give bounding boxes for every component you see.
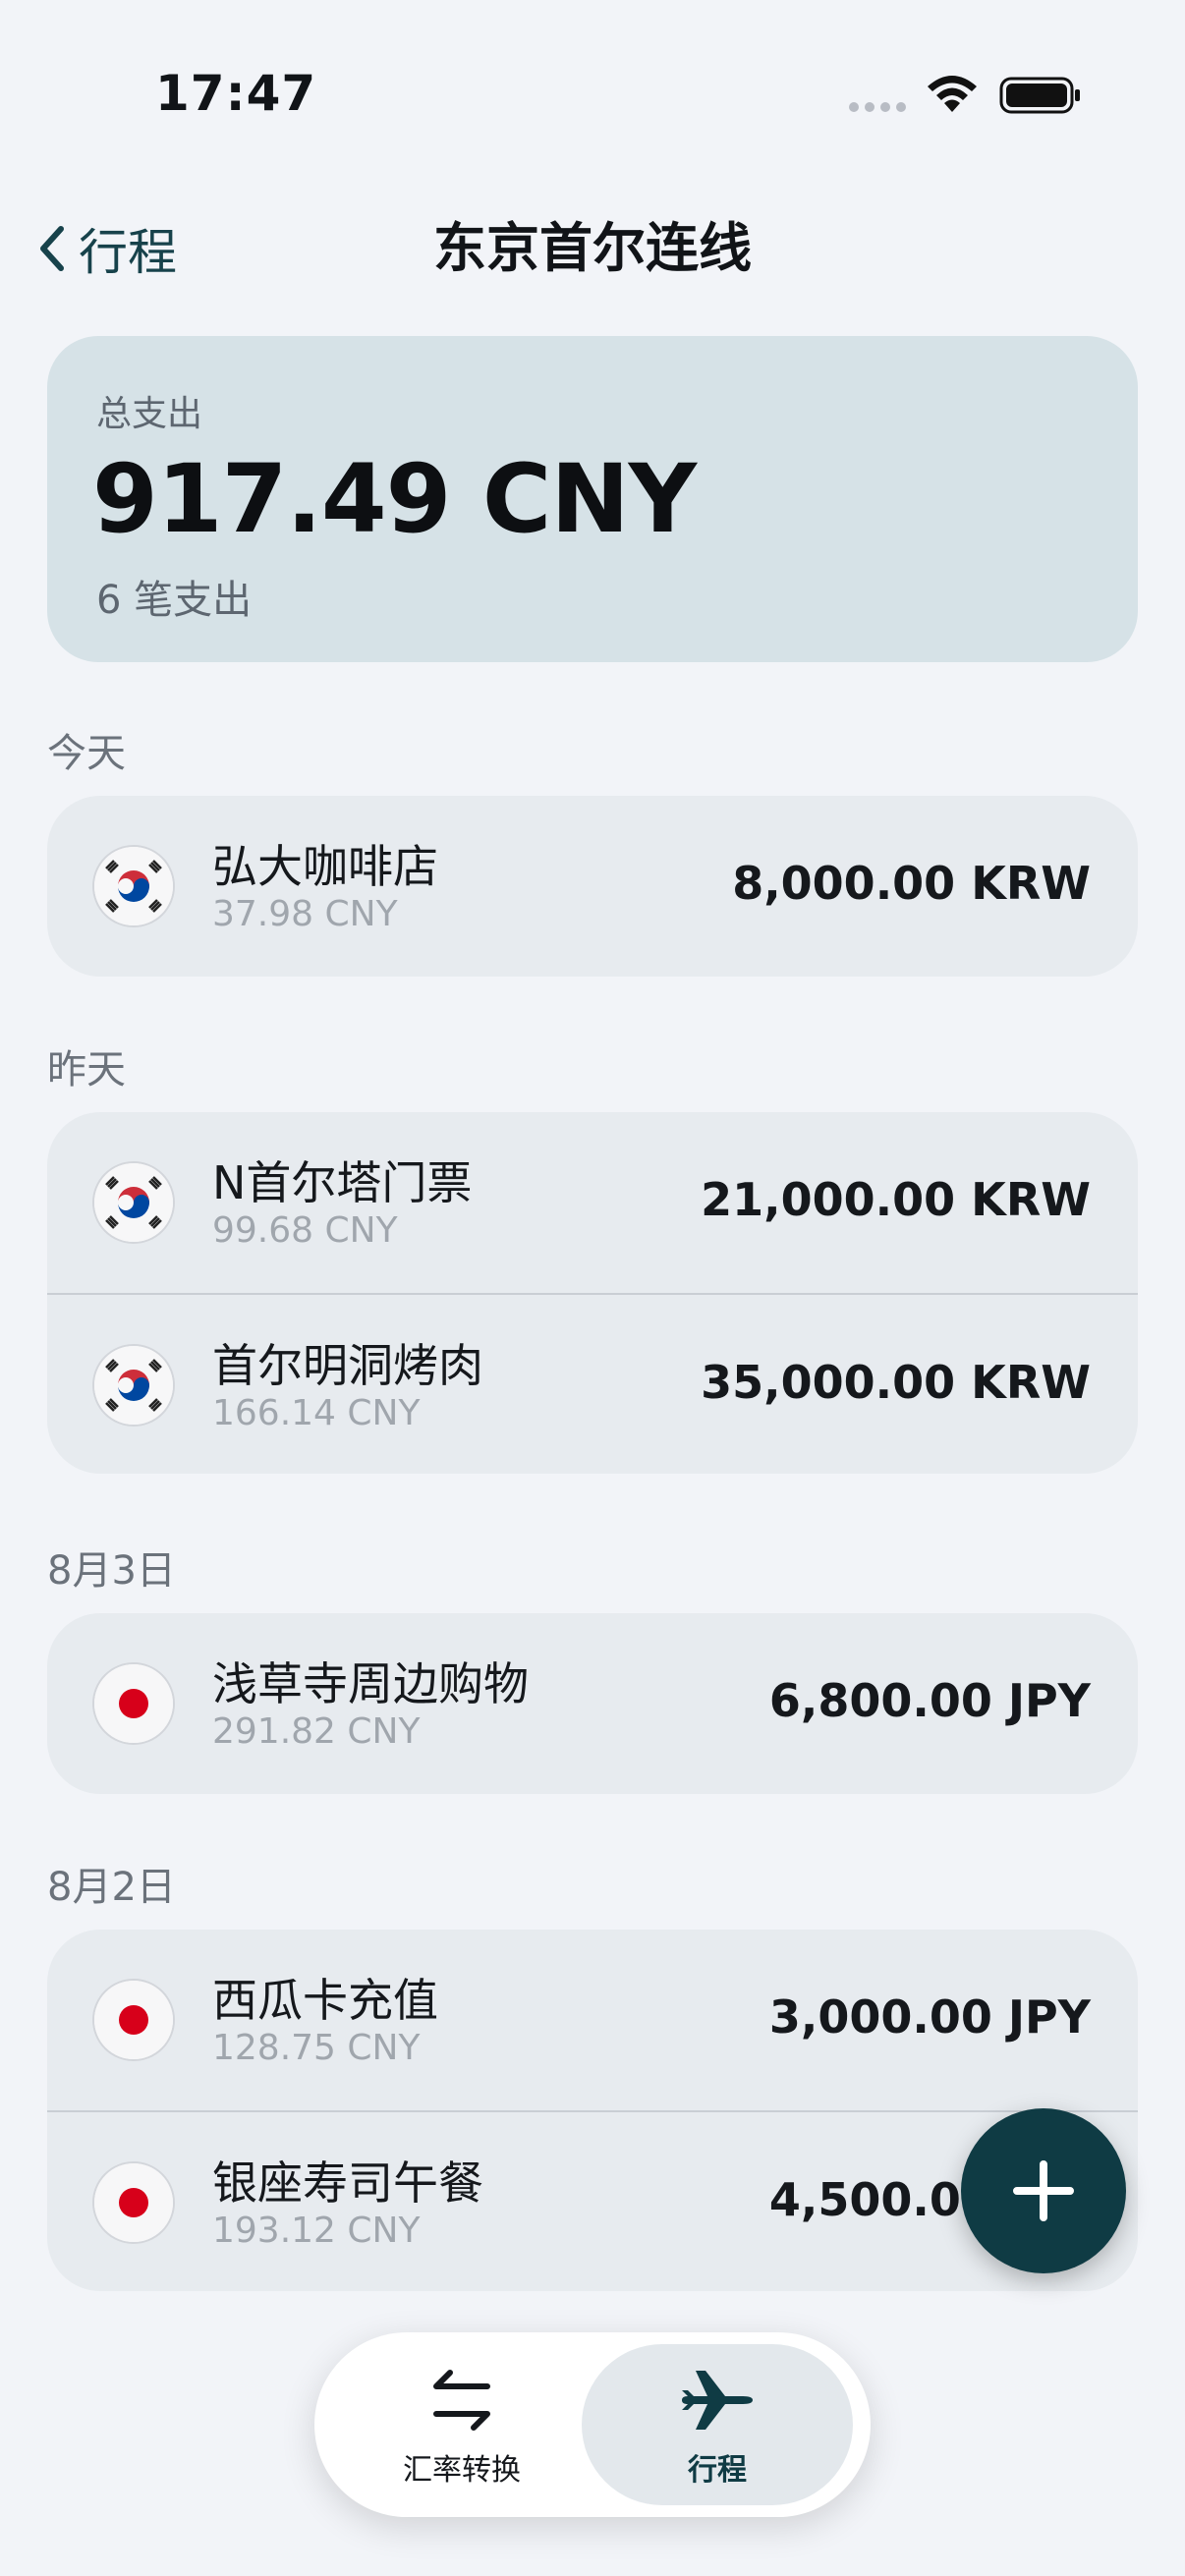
korea-flag-icon xyxy=(92,1344,175,1427)
japan-flag-icon xyxy=(92,1662,175,1745)
tab-trips[interactable]: 行程 xyxy=(582,2344,853,2505)
expense-row[interactable]: 弘大咖啡店 37.98 CNY 8,000.00 KRW xyxy=(47,796,1138,977)
japan-flag-icon xyxy=(92,2161,175,2244)
section-header-aug-3: 8月3日 xyxy=(47,1548,176,1594)
expense-amount: 8,000.00 KRW xyxy=(732,857,1091,910)
page-title: 东京首尔连线 xyxy=(433,217,752,279)
expense-group-today: 弘大咖啡店 37.98 CNY 8,000.00 KRW xyxy=(47,796,1138,977)
expense-amount: 3,000.00 JPY xyxy=(768,1990,1091,2044)
expense-name: 弘大咖啡店 xyxy=(212,840,438,893)
tab-trips-label: 行程 xyxy=(688,2453,747,2488)
expense-converted: 193.12 CNY xyxy=(212,2211,421,2251)
expense-row[interactable]: 西瓜卡充值 128.75 CNY 3,000.00 JPY xyxy=(47,1930,1138,2110)
expense-name: 西瓜卡充值 xyxy=(212,1974,438,2027)
plus-icon xyxy=(1013,2160,1074,2221)
exchange-arrows-icon xyxy=(433,2370,490,2431)
expense-name: N首尔塔门票 xyxy=(212,1156,473,1209)
expense-group-yesterday: N首尔塔门票 99.68 CNY 21,000.00 KRW 首尔明洞烤肉 16… xyxy=(47,1112,1138,1474)
japan-flag-icon xyxy=(92,1979,175,2061)
expense-row[interactable]: 浅草寺周边购物 291.82 CNY 6,800.00 JPY xyxy=(47,1613,1138,1794)
total-spending-label: 总支出 xyxy=(96,394,203,434)
tab-exchange[interactable]: 汇率转换 xyxy=(326,2344,597,2505)
expense-converted: 99.68 CNY xyxy=(212,1210,398,1251)
status-bar: 17:47 xyxy=(0,0,1185,187)
expense-count: 6 笔支出 xyxy=(96,578,253,623)
status-time: 17:47 xyxy=(155,65,317,122)
expense-name: 银座寿司午餐 xyxy=(212,2156,483,2210)
korea-flag-icon xyxy=(92,845,175,927)
add-expense-button[interactable] xyxy=(961,2108,1126,2273)
section-header-today: 今天 xyxy=(47,731,126,776)
expense-amount: 6,800.00 JPY xyxy=(768,1674,1091,1727)
expense-converted: 291.82 CNY xyxy=(212,1711,421,1752)
expense-row[interactable]: N首尔塔门票 99.68 CNY 21,000.00 KRW xyxy=(47,1112,1138,1293)
tab-exchange-label: 汇率转换 xyxy=(403,2453,521,2488)
tab-bar: 汇率转换 行程 xyxy=(314,2332,871,2517)
section-header-yesterday: 昨天 xyxy=(47,1047,126,1092)
cellular-dots-icon xyxy=(849,102,906,112)
expense-converted: 128.75 CNY xyxy=(212,2028,421,2068)
section-header-aug-2: 8月2日 xyxy=(47,1865,176,1910)
expense-converted: 166.14 CNY xyxy=(212,1393,421,1433)
expense-name: 首尔明洞烤肉 xyxy=(212,1339,483,1392)
expense-amount: 21,000.00 KRW xyxy=(701,1173,1091,1226)
airplane-icon xyxy=(682,2371,753,2430)
expense-name: 浅草寺周边购物 xyxy=(212,1657,529,1710)
wifi-icon xyxy=(928,76,977,112)
korea-flag-icon xyxy=(92,1161,175,1244)
expense-group-aug-3: 浅草寺周边购物 291.82 CNY 6,800.00 JPY xyxy=(47,1613,1138,1794)
expense-converted: 37.98 CNY xyxy=(212,894,398,934)
total-spending-amount: 917.49 CNY xyxy=(92,444,697,554)
battery-icon xyxy=(999,77,1080,114)
expense-amount: 35,000.00 KRW xyxy=(701,1356,1091,1409)
total-spending-card: 总支出 917.49 CNY 6 笔支出 xyxy=(47,336,1138,662)
expense-row[interactable]: 首尔明洞烤肉 166.14 CNY 35,000.00 KRW xyxy=(47,1293,1138,1474)
